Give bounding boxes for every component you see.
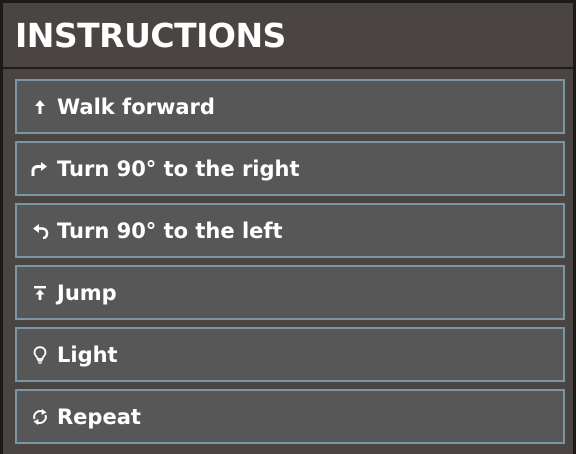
jump-icon — [31, 283, 49, 303]
instruction-label: Repeat — [57, 404, 141, 429]
instructions-panel: INSTRUCTIONS Walk forward Turn 90° to th… — [0, 0, 576, 454]
repeat-icon — [31, 407, 49, 427]
instruction-walk-forward[interactable]: Walk forward — [15, 79, 565, 134]
instruction-label: Walk forward — [57, 94, 215, 119]
instruction-label: Light — [57, 342, 118, 367]
panel-header: INSTRUCTIONS — [3, 3, 573, 69]
panel-title: INSTRUCTIONS — [15, 15, 286, 55]
lightbulb-icon — [31, 345, 49, 365]
turn-left-icon — [31, 221, 49, 241]
instruction-label: Turn 90° to the right — [57, 156, 300, 181]
instruction-repeat[interactable]: Repeat — [15, 389, 565, 444]
instruction-label: Jump — [57, 280, 117, 305]
arrow-up-icon — [31, 97, 49, 117]
turn-right-icon — [31, 159, 49, 179]
instruction-jump[interactable]: Jump — [15, 265, 565, 320]
instruction-turn-left[interactable]: Turn 90° to the left — [15, 203, 565, 258]
instruction-turn-right[interactable]: Turn 90° to the right — [15, 141, 565, 196]
instruction-light[interactable]: Light — [15, 327, 565, 382]
instruction-label: Turn 90° to the left — [57, 218, 283, 243]
instruction-list: Walk forward Turn 90° to the right Turn … — [3, 69, 573, 444]
